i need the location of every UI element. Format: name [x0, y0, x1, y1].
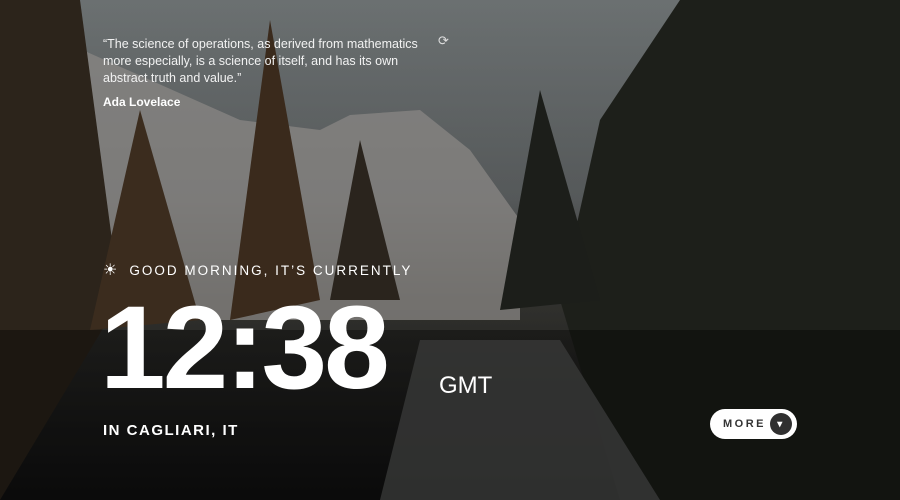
- more-button[interactable]: MORE ▾: [710, 409, 797, 439]
- quote-text: “The science of operations, as derived f…: [103, 37, 418, 85]
- quote-author: Ada Lovelace: [103, 95, 181, 109]
- clock-timezone: GMT: [439, 372, 493, 399]
- more-label: MORE: [723, 418, 766, 430]
- location: IN CAGLIARI, IT: [103, 422, 239, 439]
- clock-time: 12:38: [100, 282, 390, 414]
- chevron-down-icon: ▾: [770, 413, 792, 435]
- greeting: ☀ GOOD MORNING, IT’S CURRENTLY: [103, 260, 412, 280]
- refresh-icon[interactable]: ⟳: [438, 33, 449, 49]
- greeting-text: GOOD MORNING, IT’S CURRENTLY: [129, 262, 413, 278]
- sun-icon: ☀: [103, 262, 120, 279]
